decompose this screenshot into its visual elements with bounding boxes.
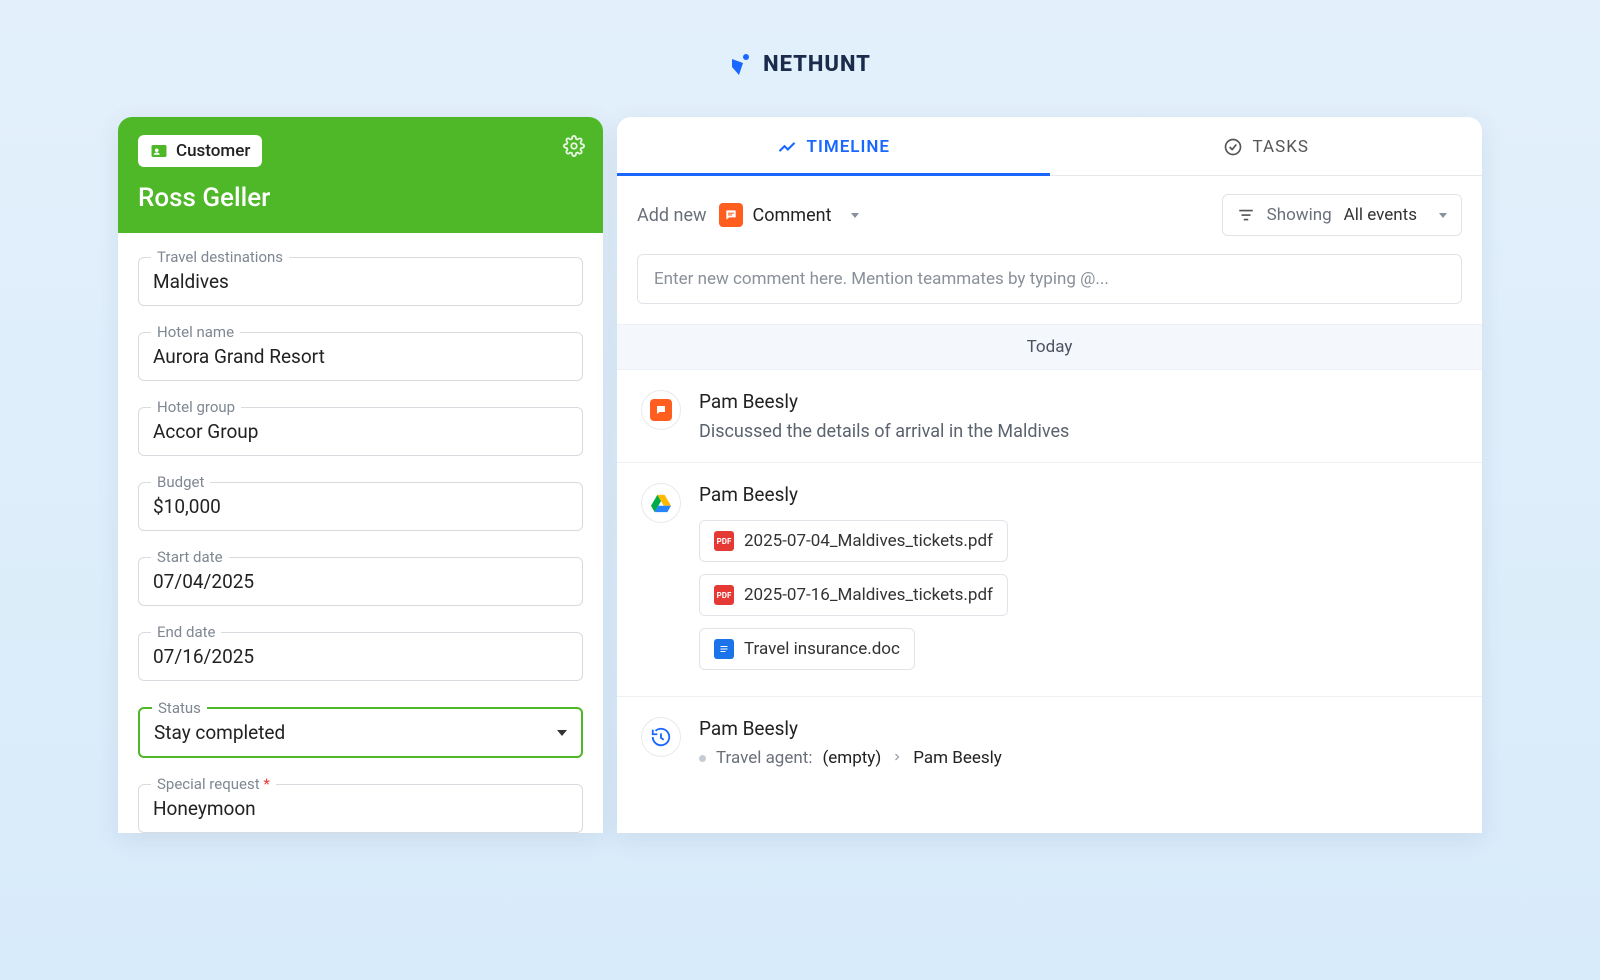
customer-card: Customer Ross Geller Travel destinations… [118, 117, 603, 833]
field-special-request[interactable]: Special request * Honeymoon [138, 784, 583, 833]
trend-icon [777, 137, 797, 157]
google-drive-icon [650, 493, 672, 513]
field-change: Travel agent: (empty) Pam Beesly [699, 748, 1458, 768]
event-author: Pam Beesly [699, 717, 1458, 740]
field-travel-destinations[interactable]: Travel destinations Maldives [138, 257, 583, 306]
pdf-icon: PDF [714, 585, 734, 605]
change-to: Pam Beesly [913, 748, 1002, 768]
timeline-card: TIMELINE TASKS Add new Comment [617, 117, 1482, 833]
event-icon-wrap [641, 483, 681, 523]
event-author: Pam Beesly [699, 483, 1458, 506]
add-new-label: Add new [637, 205, 707, 226]
event-icon-wrap [641, 717, 681, 757]
field-value: Aurora Grand Resort [153, 345, 568, 368]
add-comment-button[interactable]: Comment [719, 203, 860, 227]
history-icon [650, 726, 672, 748]
arrow-right-icon [891, 748, 903, 768]
field-value: Maldives [153, 270, 568, 293]
filter-events[interactable]: Showing All events [1222, 194, 1462, 236]
change-field: Travel agent: [716, 748, 812, 768]
field-label-text: Special request [157, 775, 260, 793]
field-label: Travel destinations [151, 248, 289, 266]
file-name: 2025-07-16_Maldives_tickets.pdf [744, 585, 993, 605]
comment-icon [719, 203, 743, 227]
dot-icon [699, 755, 706, 762]
field-value: 07/16/2025 [153, 645, 568, 668]
file-name: Travel insurance.doc [744, 639, 900, 659]
chevron-down-icon [557, 730, 567, 736]
field-value: $10,000 [153, 495, 568, 518]
tabs: TIMELINE TASKS [617, 117, 1482, 176]
comment-input[interactable]: Enter new comment here. Mention teammate… [637, 254, 1462, 304]
tab-tasks[interactable]: TASKS [1050, 117, 1483, 175]
field-label: Hotel group [151, 398, 241, 416]
chevron-down-icon [1439, 213, 1447, 218]
customer-name: Ross Geller [138, 183, 583, 213]
pdf-icon: PDF [714, 531, 734, 551]
timeline-event: Pam Beesly Discussed the details of arri… [617, 370, 1482, 463]
field-budget[interactable]: Budget $10,000 [138, 482, 583, 531]
field-end-date[interactable]: End date 07/16/2025 [138, 632, 583, 681]
event-icon-wrap [641, 390, 681, 430]
comment-placeholder: Enter new comment here. Mention teammate… [654, 269, 1109, 289]
chevron-down-icon [851, 213, 859, 218]
tab-label: TIMELINE [807, 137, 891, 157]
field-label: Hotel name [151, 323, 240, 341]
customer-badge: Customer [138, 135, 262, 167]
timeline-event: Pam Beesly PDF 2025-07-04_Maldives_ticke… [617, 463, 1482, 697]
add-new-group: Add new Comment [637, 203, 859, 227]
field-start-date[interactable]: Start date 07/04/2025 [138, 557, 583, 606]
tab-label: TASKS [1253, 137, 1309, 157]
filter-value: All events [1344, 205, 1417, 225]
field-label: End date [151, 623, 221, 641]
timeline-event: Pam Beesly Travel agent: (empty) Pam Bee… [617, 697, 1482, 788]
required-star: * [263, 775, 269, 793]
timeline-toolbar: Add new Comment Showing All events [617, 176, 1482, 254]
event-text: Discussed the details of arrival in the … [699, 421, 1458, 442]
file-attachment[interactable]: PDF 2025-07-04_Maldives_tickets.pdf [699, 520, 1008, 562]
check-circle-icon [1223, 137, 1243, 157]
person-card-icon [150, 142, 168, 160]
comment-chip-label: Comment [753, 205, 832, 226]
brand-name: NETHUNT [763, 52, 871, 77]
field-value: Stay completed [154, 721, 285, 744]
filter-prefix: Showing [1267, 205, 1332, 225]
brand-logo-icon [729, 53, 753, 77]
filter-icon [1237, 206, 1255, 224]
field-label: Special request * [151, 775, 276, 793]
comment-icon [650, 399, 672, 421]
field-status[interactable]: Status Stay completed [138, 707, 583, 758]
tab-timeline[interactable]: TIMELINE [617, 117, 1050, 175]
field-label: Budget [151, 473, 210, 491]
file-name: 2025-07-04_Maldives_tickets.pdf [744, 531, 993, 551]
doc-icon [714, 639, 734, 659]
event-author: Pam Beesly [699, 390, 1458, 413]
field-value: Accor Group [153, 420, 568, 443]
change-from: (empty) [822, 748, 881, 768]
customer-badge-label: Customer [176, 141, 250, 161]
file-attachment[interactable]: PDF 2025-07-16_Maldives_tickets.pdf [699, 574, 1008, 616]
customer-header: Customer Ross Geller [118, 117, 603, 233]
brand-header: NETHUNT [0, 0, 1600, 117]
file-attachment[interactable]: Travel insurance.doc [699, 628, 915, 670]
field-value: 07/04/2025 [153, 570, 568, 593]
field-hotel-name[interactable]: Hotel name Aurora Grand Resort [138, 332, 583, 381]
field-value: Honeymoon [153, 797, 568, 820]
timeline-section-label: Today [617, 324, 1482, 370]
field-label: Status [152, 699, 207, 717]
field-hotel-group[interactable]: Hotel group Accor Group [138, 407, 583, 456]
gear-icon[interactable] [563, 135, 585, 157]
field-label: Start date [151, 548, 229, 566]
